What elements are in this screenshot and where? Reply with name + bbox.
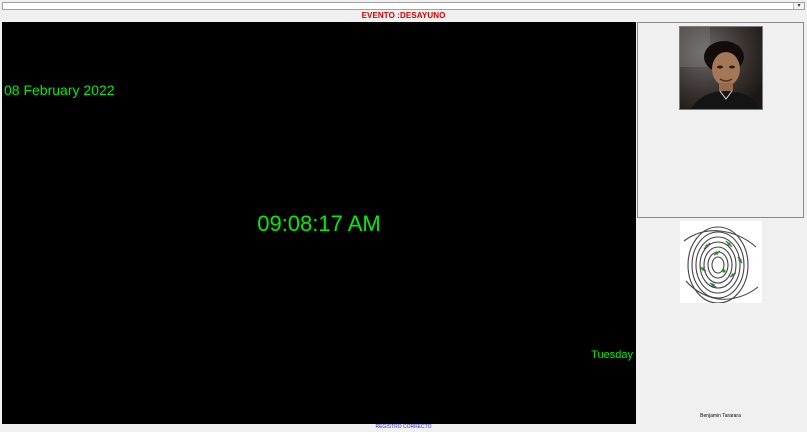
clock-panel: 08 February 2022 09:08:17 AM Tuesday [2, 22, 636, 424]
status-message: REGISTRO CORRECTO [375, 424, 432, 430]
photo-panel [637, 22, 804, 218]
top-selector-bar[interactable]: ▾ [2, 2, 805, 10]
fingerprint-panel: Benjamin Tararara [637, 218, 804, 424]
event-title: EVENTO :DESAYUNO [0, 10, 807, 22]
time-display: 09:08:17 AM [257, 211, 381, 236]
weekday-display: Tuesday [591, 349, 633, 361]
user-photo [679, 26, 763, 110]
person-name: Benjamin Tararara [700, 413, 741, 419]
fingerprint-image [680, 221, 762, 303]
chevron-down-icon[interactable]: ▾ [793, 3, 804, 9]
fingerprint-icon [680, 221, 762, 303]
status-bar: REGISTRO CORRECTO [0, 424, 807, 432]
date-display: 08 February 2022 [4, 82, 115, 98]
event-label: EVENTO :DESAYUNO [361, 11, 446, 20]
user-photo-icon [680, 27, 762, 109]
